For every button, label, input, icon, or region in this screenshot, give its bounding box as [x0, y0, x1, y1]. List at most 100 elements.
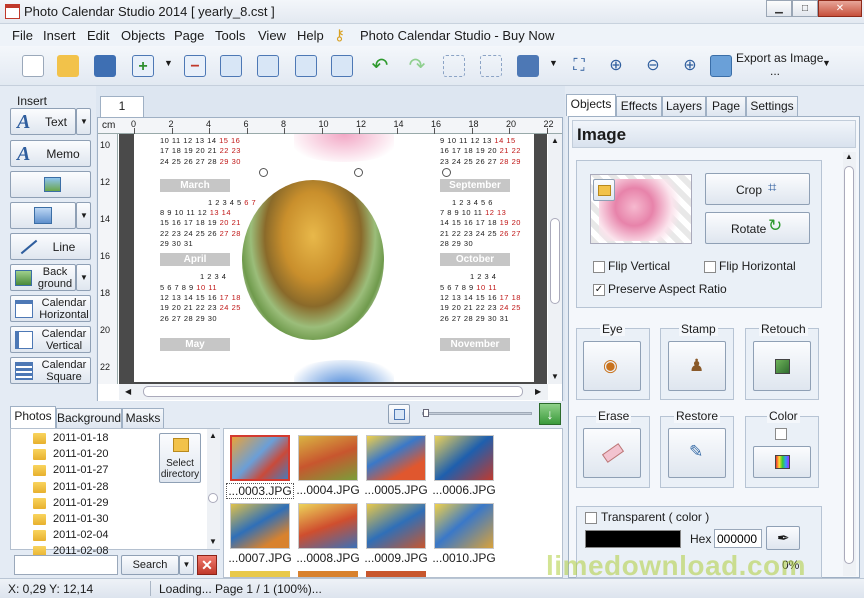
menu-tools[interactable]: Tools	[215, 28, 245, 43]
replace-image-button[interactable]	[593, 179, 615, 201]
undo-icon[interactable]: ↶	[369, 55, 391, 77]
properties-scrollbar[interactable]: ▲	[843, 152, 856, 576]
open-folder-icon[interactable]	[57, 55, 79, 77]
restore-button[interactable]: ✎	[668, 428, 726, 478]
canvas-vertical-scrollbar[interactable]: ▲ ▼	[548, 134, 562, 384]
tab-objects[interactable]: Objects	[566, 94, 616, 116]
tab-effects[interactable]: Effects	[616, 96, 662, 116]
tab-settings[interactable]: Settings	[746, 96, 798, 116]
align-icon[interactable]	[517, 55, 539, 77]
send-backward-icon[interactable]	[295, 55, 317, 77]
align-dropdown-icon[interactable]: ▼	[549, 58, 558, 68]
eyedropper-button[interactable]: ✒	[766, 526, 800, 550]
rotate-button[interactable]: Rotate ↻	[705, 212, 810, 244]
bring-forward-icon[interactable]	[257, 55, 279, 77]
zoom-out-icon[interactable]: ⊖	[642, 55, 664, 77]
tree-photo[interactable]	[242, 180, 384, 340]
menu-page[interactable]: Page	[174, 28, 204, 43]
export-image-icon[interactable]	[710, 55, 732, 77]
select-directory-button[interactable]: Select directory	[159, 433, 201, 483]
menu-help[interactable]: Help	[297, 28, 324, 43]
selection-handle[interactable]	[259, 168, 268, 177]
photo-thumbnail[interactable]	[434, 435, 494, 481]
menu-file[interactable]: File	[12, 28, 33, 43]
folder-scroll-down-icon[interactable]: ▼	[209, 537, 217, 546]
selection-handle[interactable]	[354, 168, 363, 177]
photo-thumbnail[interactable]	[230, 435, 290, 481]
flip-horizontal-checkbox[interactable]	[704, 261, 716, 273]
transparent-color-swatch[interactable]	[585, 530, 681, 548]
scroll-down-icon[interactable]: ▼	[551, 372, 559, 381]
insert-shape-button[interactable]	[10, 202, 76, 229]
prop-scroll-thumb[interactable]	[844, 166, 854, 564]
fit-icon[interactable]	[480, 55, 502, 77]
folder-item[interactable]: 2011-02-04	[33, 528, 143, 544]
stamp-button[interactable]: ♟	[668, 341, 726, 391]
redo-icon[interactable]: ↷	[406, 55, 428, 77]
thumb-size-button[interactable]	[388, 404, 410, 424]
sky-photo-bottom[interactable]	[294, 360, 394, 382]
maximize-button[interactable]: □	[792, 0, 818, 17]
search-input[interactable]	[14, 555, 118, 575]
search-dropdown-icon[interactable]: ▼	[179, 555, 194, 575]
scroll-right-icon[interactable]: ▶	[535, 387, 541, 396]
folder-scroll-thumb[interactable]	[208, 493, 218, 503]
scroll-up-icon[interactable]: ▲	[551, 136, 559, 145]
flip-vertical-checkbox[interactable]	[593, 261, 605, 273]
close-button[interactable]: ✕	[818, 0, 862, 17]
blossom-photo-top[interactable]	[294, 134, 394, 162]
menu-edit[interactable]: Edit	[87, 28, 109, 43]
prop-scroll-up-icon[interactable]: ▲	[845, 152, 853, 161]
calendar-vertical-button[interactable]: Calendar Vertical	[10, 326, 91, 353]
transparent-checkbox[interactable]	[585, 512, 597, 524]
tab-page[interactable]: Page	[706, 96, 746, 116]
zoom-slider-handle[interactable]	[423, 409, 429, 417]
menu-buy-now[interactable]: Photo Calendar Studio - Buy Now	[360, 28, 554, 43]
group-icon[interactable]	[331, 55, 353, 77]
insert-background-button[interactable]: Back ground	[10, 264, 76, 291]
folder-item[interactable]: 2011-01-20	[33, 447, 143, 463]
folder-item[interactable]: 2011-01-28	[33, 480, 143, 496]
select-icon[interactable]	[443, 55, 465, 77]
insert-text-button[interactable]: A Text	[10, 108, 76, 135]
zoom-fit-icon[interactable]: ⛶	[568, 55, 590, 77]
copy-icon[interactable]	[220, 55, 242, 77]
zoom-actual-icon[interactable]: ⊕	[679, 55, 701, 77]
save-icon[interactable]	[94, 55, 116, 77]
erase-button[interactable]	[583, 428, 641, 478]
insert-line-button[interactable]: Line	[10, 233, 91, 260]
text-dropdown-button[interactable]: ▼	[76, 108, 91, 135]
new-file-icon[interactable]	[22, 55, 44, 77]
folder-scrollbar[interactable]: ▲ ▼	[207, 429, 220, 549]
chevron-down-icon[interactable]: ▼	[164, 58, 173, 68]
zoom-slider[interactable]	[422, 409, 532, 417]
add-page-icon[interactable]: +	[132, 55, 154, 77]
canvas-horizontal-scrollbar[interactable]: ◀ ▶	[119, 384, 548, 400]
clear-search-icon[interactable]: ✕	[197, 555, 217, 575]
export-dropdown-icon[interactable]: ▼	[822, 58, 831, 68]
insert-image-button[interactable]	[10, 171, 91, 198]
photo-thumbnail[interactable]	[434, 503, 494, 549]
tab-photos[interactable]: Photos	[10, 406, 56, 428]
photo-thumbnail[interactable]	[298, 435, 358, 481]
crop-button[interactable]: Crop ⌗	[705, 173, 810, 205]
background-dropdown-button[interactable]: ▼	[76, 264, 91, 291]
preserve-aspect-checkbox[interactable]: ✓	[593, 284, 605, 296]
menu-objects[interactable]: Objects	[121, 28, 165, 43]
search-button[interactable]: Search	[121, 555, 179, 575]
export-as-image-label[interactable]: Export as Image	[736, 51, 823, 65]
photo-thumbnail[interactable]	[366, 435, 426, 481]
import-down-icon[interactable]: ↓	[539, 403, 561, 425]
menu-view[interactable]: View	[258, 28, 286, 43]
calendar-horizontal-button[interactable]: Calendar Horizontal	[10, 295, 91, 322]
remove-page-icon[interactable]: −	[184, 55, 206, 77]
eye-button[interactable]: ◉	[583, 341, 641, 391]
folder-item[interactable]: 2011-01-30	[33, 512, 143, 528]
tab-background[interactable]: Background	[56, 408, 122, 428]
minimize-button[interactable]: ▁	[766, 0, 792, 17]
photo-thumbnail[interactable]	[298, 503, 358, 549]
folder-item[interactable]: 2011-01-27	[33, 463, 143, 479]
page-tab[interactable]: 1	[100, 96, 144, 118]
calendar-square-button[interactable]: Calendar Square	[10, 357, 91, 384]
horizontal-scroll-thumb[interactable]	[143, 386, 523, 397]
